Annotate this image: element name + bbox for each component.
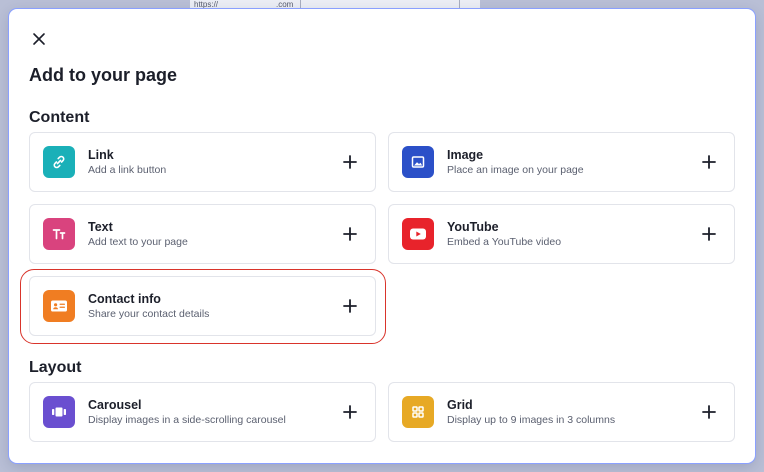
- background-url-fragment: .com: [276, 0, 294, 9]
- plus-icon: [343, 405, 357, 419]
- card-label: Link: [88, 147, 114, 162]
- contact-card-icon: [51, 300, 67, 312]
- card-label: Carousel: [88, 397, 142, 412]
- add-text-button[interactable]: [339, 223, 361, 245]
- card-label: Text: [88, 219, 113, 234]
- section-heading-layout: Layout: [29, 359, 82, 376]
- card-description: Display images in a side-scrolling carou…: [88, 413, 286, 426]
- add-grid-button[interactable]: [698, 401, 720, 423]
- close-icon: [33, 33, 45, 45]
- add-text-card[interactable]: Text Add text to your page: [29, 204, 376, 264]
- plus-icon: [343, 155, 357, 169]
- card-label: YouTube: [447, 219, 499, 234]
- youtube-tile: [402, 218, 434, 250]
- add-contact-info-card[interactable]: Contact info Share your contact details: [29, 276, 376, 336]
- card-description: Add text to your page: [88, 235, 188, 248]
- image-tile: [402, 146, 434, 178]
- card-description: Share your contact details: [88, 307, 210, 320]
- card-description: Place an image on your page: [447, 163, 584, 176]
- card-label: Contact info: [88, 291, 161, 306]
- image-icon: [411, 156, 425, 168]
- card-description: Add a link button: [88, 163, 167, 176]
- plus-icon: [702, 155, 716, 169]
- add-carousel-button[interactable]: [339, 401, 361, 423]
- add-youtube-card[interactable]: YouTube Embed a YouTube video: [388, 204, 735, 264]
- add-carousel-card[interactable]: Carousel Display images in a side-scroll…: [29, 382, 376, 442]
- youtube-icon: [410, 228, 426, 240]
- plus-icon: [702, 227, 716, 241]
- add-link-card[interactable]: Link Add a link button: [29, 132, 376, 192]
- add-contact-info-button[interactable]: [339, 295, 361, 317]
- carousel-icon: [52, 407, 66, 417]
- text-tile: [43, 218, 75, 250]
- modal-title: Add to your page: [29, 65, 177, 85]
- plus-icon: [702, 405, 716, 419]
- card-label: Grid: [447, 397, 473, 412]
- grid-tile: [402, 396, 434, 428]
- carousel-tile: [43, 396, 75, 428]
- grid-icon: [412, 406, 424, 418]
- close-button[interactable]: [29, 29, 49, 49]
- plus-icon: [343, 299, 357, 313]
- add-image-button[interactable]: [698, 151, 720, 173]
- text-icon: [52, 229, 66, 240]
- add-image-card[interactable]: Image Place an image on your page: [388, 132, 735, 192]
- card-description: Embed a YouTube video: [447, 235, 562, 248]
- add-link-button[interactable]: [339, 151, 361, 173]
- link-icon: [53, 155, 65, 169]
- card-label: Image: [447, 147, 484, 162]
- link-tile: [43, 146, 75, 178]
- background-url-fragment: https://: [194, 0, 219, 9]
- add-to-page-modal: Add to your page Content Link Add a link…: [9, 9, 755, 463]
- card-description: Display up to 9 images in 3 columns: [447, 413, 616, 426]
- contact-info-tile: [43, 290, 75, 322]
- plus-icon: [343, 227, 357, 241]
- section-heading-content: Content: [29, 109, 90, 126]
- add-youtube-button[interactable]: [698, 223, 720, 245]
- add-grid-card[interactable]: Grid Display up to 9 images in 3 columns: [388, 382, 735, 442]
